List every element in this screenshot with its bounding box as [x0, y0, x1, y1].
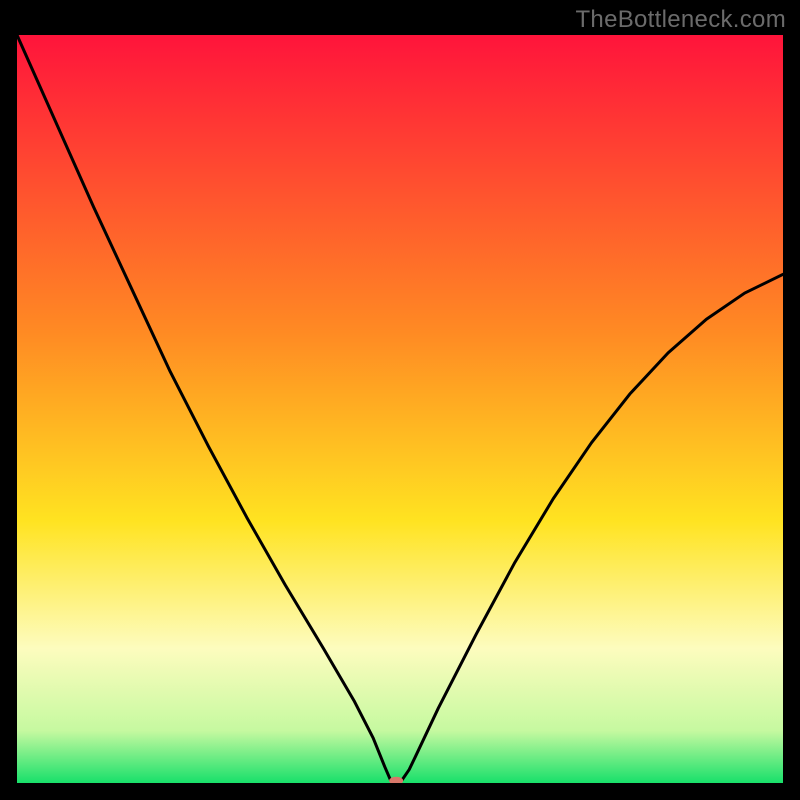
- watermark-text: TheBottleneck.com: [575, 6, 786, 34]
- gradient-background: [17, 35, 783, 783]
- chart-svg: [17, 35, 783, 783]
- plot-area: [17, 35, 783, 783]
- chart-frame: TheBottleneck.com: [0, 0, 800, 800]
